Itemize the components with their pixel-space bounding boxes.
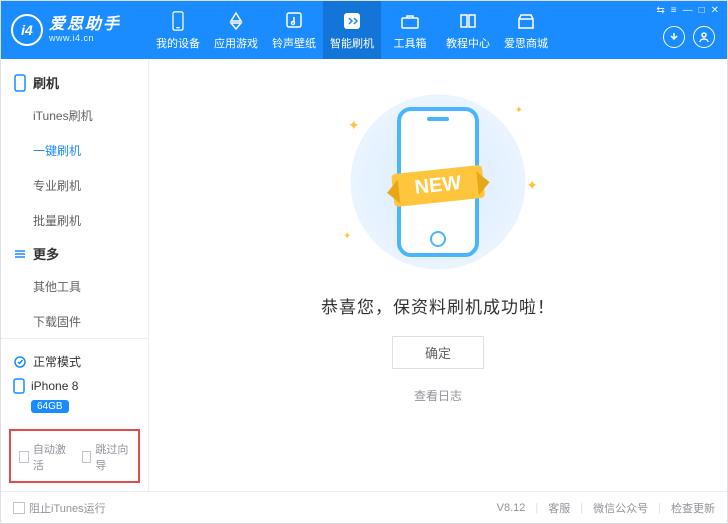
sidebar-section-flash[interactable]: 刷机 — [1, 67, 148, 98]
titlebar-controls: ⇆ ≡ — □ ✕ — [627, 1, 727, 59]
sidebar-item-pro-flash[interactable]: 专业刷机 — [33, 168, 148, 203]
nav-label: 智能刷机 — [330, 35, 374, 51]
header-bar: i4 爱思助手 www.i4.cn 我的设备 应用游戏 铃声壁纸 智能刷机 工具… — [1, 1, 727, 59]
status-mode-row[interactable]: 正常模式 — [13, 349, 136, 374]
sidebar-item-oneclick-flash[interactable]: 一键刷机 — [33, 133, 148, 168]
minimize-icon[interactable]: — — [683, 5, 693, 16]
nav-label: 我的设备 — [156, 35, 200, 51]
device-icon — [167, 10, 189, 32]
sidebar-item-download-firmware[interactable]: 下载固件 — [33, 304, 148, 338]
nav-flash[interactable]: 智能刷机 — [323, 1, 381, 59]
success-message: 恭喜您，保资料刷机成功啦！ — [149, 293, 727, 318]
menu-icon[interactable]: ≡ — [671, 5, 677, 16]
status-device-row[interactable]: iPhone 8 — [13, 374, 136, 398]
nav-label: 工具箱 — [394, 35, 427, 51]
nav-apps[interactable]: 应用游戏 — [207, 1, 265, 59]
storage-badge: 64GB — [31, 400, 69, 413]
apps-icon — [225, 10, 247, 32]
nav-store[interactable]: 爱思商城 — [497, 1, 555, 59]
ok-button[interactable]: 确定 — [392, 336, 484, 369]
support-link[interactable]: 客服 — [548, 500, 570, 516]
sidebar-section-more[interactable]: 更多 — [1, 238, 148, 269]
download-icon[interactable] — [663, 26, 685, 48]
nav-label: 教程中心 — [446, 35, 490, 51]
checkbox-label: 阻止iTunes运行 — [29, 500, 106, 516]
book-icon — [457, 10, 479, 32]
lock-icon[interactable]: ⇆ — [656, 5, 664, 16]
footer-bar: 阻止iTunes运行 V8.12 | 客服 | 微信公众号 | 检查更新 — [1, 491, 727, 523]
user-icon[interactable] — [693, 26, 715, 48]
version-label: V8.12 — [497, 502, 526, 514]
auto-activate-checkbox[interactable]: 自动激活 — [19, 441, 68, 473]
nav-my-device[interactable]: 我的设备 — [149, 1, 207, 59]
view-log-link[interactable]: 查看日志 — [149, 387, 727, 404]
close-icon[interactable]: ✕ — [711, 5, 719, 16]
brand-url: www.i4.cn — [49, 33, 121, 43]
bottom-options-highlight: 自动激活 跳过向导 — [9, 429, 140, 483]
main-content: ✦ ✦ ✦ ✦ NEW 恭喜您，保资料刷机成功啦！ 确定 查看日志 — [149, 59, 727, 491]
block-itunes-checkbox[interactable]: 阻止iTunes运行 — [13, 500, 106, 516]
wechat-link[interactable]: 微信公众号 — [593, 500, 648, 516]
nav-ringtones[interactable]: 铃声壁纸 — [265, 1, 323, 59]
brand-name: 爱思助手 — [49, 17, 121, 33]
music-icon — [283, 10, 305, 32]
maximize-icon[interactable]: □ — [699, 5, 705, 16]
checkbox-label: 跳过向导 — [95, 441, 130, 473]
skip-guide-checkbox[interactable]: 跳过向导 — [82, 441, 131, 473]
toolbox-icon — [399, 10, 421, 32]
nav-tutorials[interactable]: 教程中心 — [439, 1, 497, 59]
store-icon — [515, 10, 537, 32]
nav-label: 铃声壁纸 — [272, 35, 316, 51]
nav-label: 爱思商城 — [504, 35, 548, 51]
brand-block: i4 爱思助手 www.i4.cn — [1, 1, 149, 59]
status-mode: 正常模式 — [33, 353, 81, 370]
sidebar: 刷机 iTunes刷机 一键刷机 专业刷机 批量刷机 更多 其他工具 下载固件 … — [1, 59, 149, 491]
flash-icon — [341, 10, 363, 32]
sidebar-section-title: 更多 — [33, 244, 59, 263]
success-illustration: ✦ ✦ ✦ ✦ NEW — [328, 87, 548, 277]
sidebar-section-title: 刷机 — [33, 73, 59, 92]
device-status-panel: 正常模式 iPhone 8 64GB — [1, 338, 148, 423]
check-update-link[interactable]: 检查更新 — [671, 500, 715, 516]
top-nav: 我的设备 应用游戏 铃声壁纸 智能刷机 工具箱 教程中心 爱思商城 — [149, 1, 627, 59]
nav-toolbox[interactable]: 工具箱 — [381, 1, 439, 59]
checkbox-label: 自动激活 — [33, 441, 68, 473]
nav-label: 应用游戏 — [214, 35, 258, 51]
sidebar-item-itunes-flash[interactable]: iTunes刷机 — [33, 98, 148, 133]
sidebar-item-batch-flash[interactable]: 批量刷机 — [33, 203, 148, 238]
brand-logo-icon: i4 — [11, 14, 43, 46]
status-device: iPhone 8 — [31, 379, 78, 393]
sidebar-item-other-tools[interactable]: 其他工具 — [33, 269, 148, 304]
